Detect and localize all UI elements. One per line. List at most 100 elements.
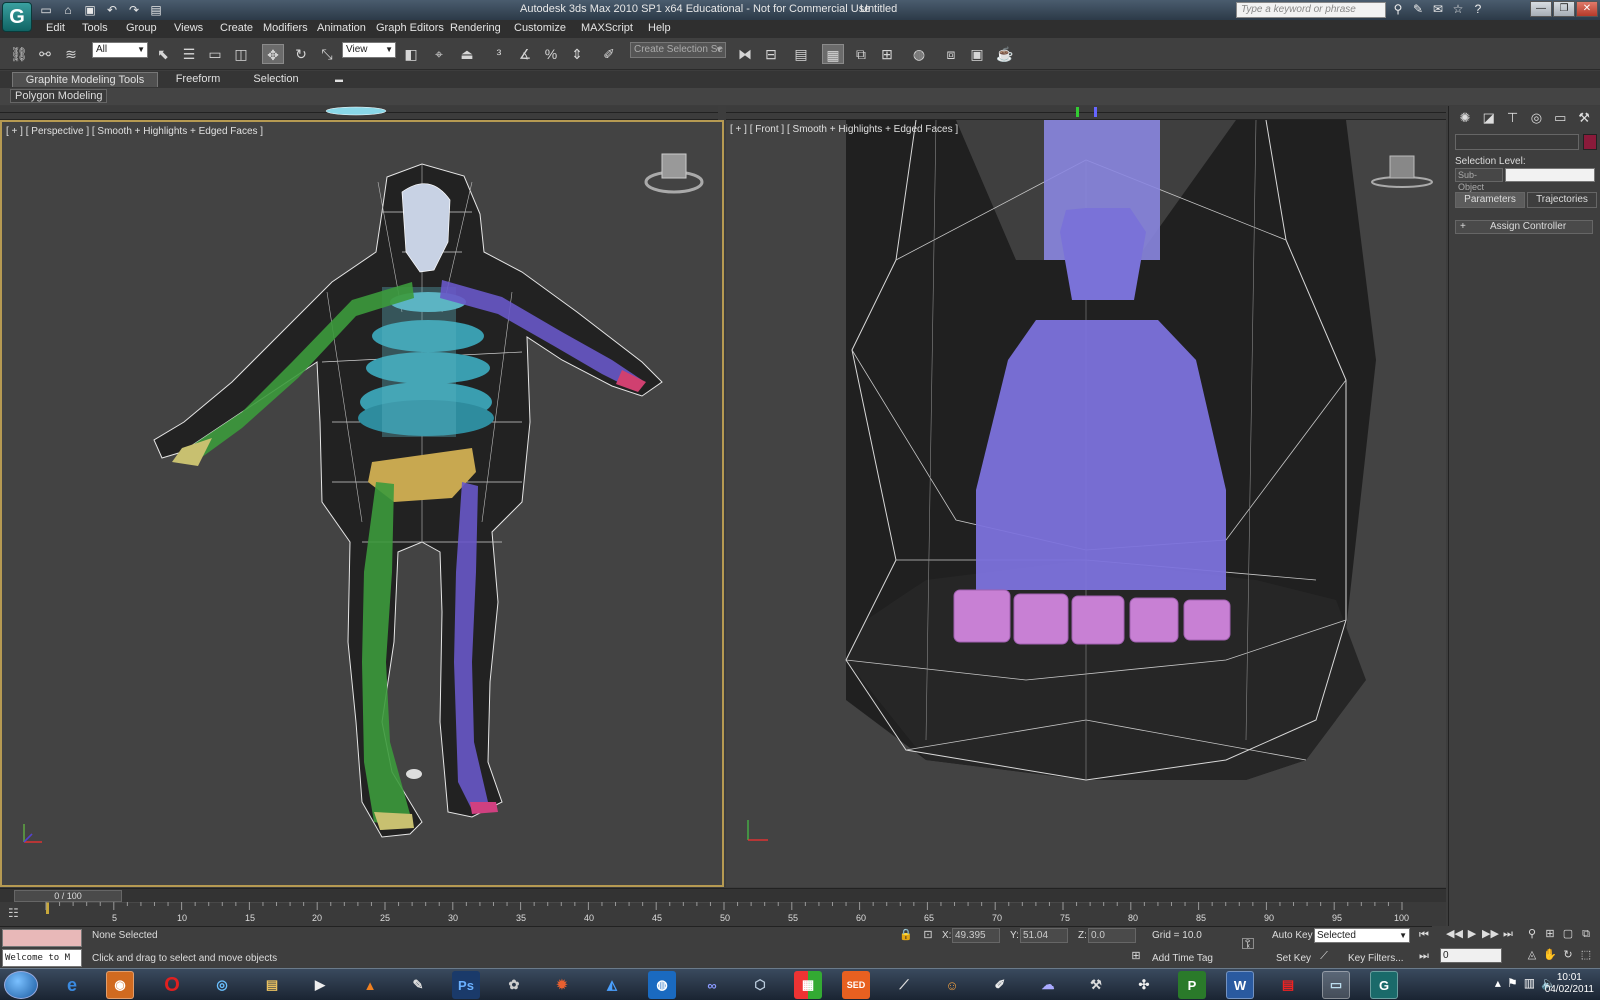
object-color-swatch[interactable]	[1583, 134, 1597, 150]
network-icon[interactable]: ▥	[1524, 976, 1535, 990]
rectangular-selection-icon[interactable]: ▭	[204, 44, 226, 64]
vlc-icon[interactable]: ▲	[356, 971, 384, 999]
zoom-all-icon[interactable]: ⊞	[1542, 927, 1558, 942]
graph-app-icon[interactable]: ⟋	[890, 971, 918, 999]
rendered-frame-window-icon[interactable]: ▣	[966, 44, 988, 64]
close-button[interactable]: ✕	[1576, 1, 1598, 17]
lock-selection-icon[interactable]: 🔒	[898, 928, 914, 943]
color-app-icon[interactable]: ▦	[794, 971, 822, 999]
internet-explorer-icon[interactable]: e	[58, 971, 86, 999]
parameters-button[interactable]: Parameters	[1455, 192, 1525, 208]
maxscript-mini-listener[interactable]: Welcome to M	[2, 949, 82, 967]
utilities-tab-icon[interactable]: ⚒	[1574, 110, 1594, 128]
material-editor-icon[interactable]: ◍	[908, 44, 930, 64]
word-icon[interactable]: W	[1226, 971, 1254, 999]
paint-brush-icon[interactable]: ✎	[404, 971, 432, 999]
front-viewport[interactable]: [ + ] [ Front ] [ Smooth + Highlights + …	[726, 120, 1446, 887]
perspective-viewport[interactable]: [ + ] [ Perspective ] [ Smooth + Highlig…	[0, 120, 724, 887]
named-selection-sets-dropdown[interactable]: Create Selection Se ▼	[630, 42, 726, 58]
schematic-view-icon[interactable]: ⊞	[876, 44, 898, 64]
menu-rendering[interactable]: Rendering	[450, 22, 501, 34]
3dsmax-taskbar-icon[interactable]: G	[1370, 971, 1398, 999]
tab-freeform[interactable]: Freeform	[168, 72, 228, 87]
matlab-icon[interactable]: ◭	[598, 971, 626, 999]
front-viewport-label[interactable]: [ + ] [ Front ] [ Smooth + Highlights + …	[730, 124, 958, 135]
z-coordinate-field[interactable]: 0.0	[1088, 928, 1136, 943]
communication-center-icon[interactable]: ✉	[1430, 2, 1446, 18]
show-hidden-icons-icon[interactable]: ▴	[1495, 976, 1501, 990]
maximize-viewport-icon[interactable]: ⬚	[1578, 948, 1594, 963]
percent-snap-icon[interactable]: %	[540, 44, 562, 64]
opera-icon[interactable]: O	[158, 971, 186, 999]
layer-manager-icon[interactable]: ▤	[790, 44, 812, 64]
assign-controller-rollout[interactable]: + Assign Controller	[1455, 220, 1593, 234]
media-player-icon[interactable]: ▶	[306, 971, 334, 999]
menu-customize[interactable]: Customize	[514, 22, 566, 34]
picture-viewer-icon[interactable]: ▭	[1322, 971, 1350, 999]
new-file-icon[interactable]: ▭	[38, 2, 54, 18]
flash-app-icon[interactable]: ✹	[548, 971, 576, 999]
search-icon[interactable]: ⚲	[1390, 2, 1406, 18]
pdf-app-icon[interactable]: ▤	[1274, 971, 1302, 999]
next-frame-icon[interactable]: ▶▶	[1482, 927, 1499, 942]
select-and-link-icon[interactable]: ⛓	[8, 44, 30, 64]
align-icon[interactable]: ⊟	[760, 44, 782, 64]
menu-animation[interactable]: Animation	[317, 22, 366, 34]
time-tag-icon[interactable]: ⊞	[1128, 949, 1144, 964]
minimize-button[interactable]: —	[1530, 1, 1552, 17]
select-by-name-icon[interactable]: ☰	[178, 44, 200, 64]
menu-tools[interactable]: Tools	[82, 22, 108, 34]
action-center-flag-icon[interactable]: ⚑	[1507, 976, 1518, 990]
spinner-snap-icon[interactable]: ⇕	[566, 44, 588, 64]
reference-coordinate-dropdown[interactable]: View ▼	[342, 42, 396, 58]
ribbon-options-icon[interactable]: ▬	[332, 72, 346, 87]
go-to-end-icon[interactable]: ⏭	[1500, 927, 1516, 942]
modify-tab-icon[interactable]: ◪	[1479, 110, 1499, 128]
zoom-extents-icon[interactable]: ▢	[1560, 927, 1576, 942]
select-and-rotate-icon[interactable]: ↻	[290, 44, 312, 64]
file-explorer-icon[interactable]: ▤	[258, 971, 286, 999]
zoom-extents-all-icon[interactable]: ⧉	[1578, 927, 1594, 942]
3d-box-app-icon[interactable]: ⬡	[746, 971, 774, 999]
go-to-start-icon[interactable]: ⏮	[1416, 928, 1432, 943]
set-key-icon[interactable]: ⚿	[1240, 937, 1256, 953]
absolute-mode-icon[interactable]: ⊡	[920, 928, 936, 943]
brush-tool-icon[interactable]: ✐	[986, 971, 1014, 999]
curve-editor-icon[interactable]: ⧉	[850, 44, 872, 64]
edit-named-selection-icon[interactable]: ✐	[598, 44, 620, 64]
time-slider-handle[interactable]: 0 / 100	[14, 890, 122, 902]
play-icon[interactable]: ▶	[1464, 927, 1480, 942]
unlink-icon[interactable]: ⚯	[34, 44, 56, 64]
set-key-button[interactable]: Set Key	[1276, 953, 1311, 964]
menu-views[interactable]: Views	[174, 22, 203, 34]
graphite-toggle-icon[interactable]: ▦	[822, 44, 844, 64]
motion-tab-icon[interactable]: ◎	[1526, 110, 1546, 128]
keyboard-shortcut-override-icon[interactable]: ⏏	[456, 44, 478, 64]
bind-to-space-warp-icon[interactable]: ≋	[60, 44, 82, 64]
start-button[interactable]	[4, 971, 38, 999]
menu-modifiers[interactable]: Modifiers	[263, 22, 308, 34]
subscription-icon[interactable]: ✎	[1410, 2, 1426, 18]
time-slider[interactable]: 0 / 100	[0, 888, 1446, 902]
redo-icon[interactable]: ↷	[126, 2, 142, 18]
menu-maxscript[interactable]: MAXScript	[581, 22, 633, 34]
pan-view-icon[interactable]: ✋	[1542, 948, 1558, 963]
gimp-icon[interactable]: ✿	[500, 971, 528, 999]
polygon-modeling-panel-button[interactable]: Polygon Modeling	[10, 89, 108, 103]
select-and-manipulate-icon[interactable]: ⌖	[428, 44, 450, 64]
select-and-move-icon[interactable]: ✥	[262, 44, 284, 64]
menu-graph-editors[interactable]: Graph Editors	[376, 22, 444, 34]
x-coordinate-field[interactable]: 49.395	[952, 928, 1000, 943]
mirror-icon[interactable]: ⧓	[734, 44, 756, 64]
system-clock[interactable]: 10:01 04/02/2011	[1545, 972, 1594, 996]
angle-snap-icon[interactable]: ∡	[514, 44, 536, 64]
trajectories-button[interactable]: Trajectories	[1527, 192, 1597, 208]
infinity-app-icon[interactable]: ∞	[698, 971, 726, 999]
display-tab-icon[interactable]: ▭	[1550, 110, 1570, 128]
zoom-icon[interactable]: ⚲	[1524, 927, 1540, 942]
render-setup-icon[interactable]: ⧈	[940, 44, 962, 64]
y-coordinate-field[interactable]: 51.04	[1020, 928, 1068, 943]
cloud-app-icon[interactable]: ☁	[1034, 971, 1062, 999]
app-menu-logo-button[interactable]: G	[2, 2, 32, 32]
game-pad-icon[interactable]: ✣	[1130, 971, 1158, 999]
